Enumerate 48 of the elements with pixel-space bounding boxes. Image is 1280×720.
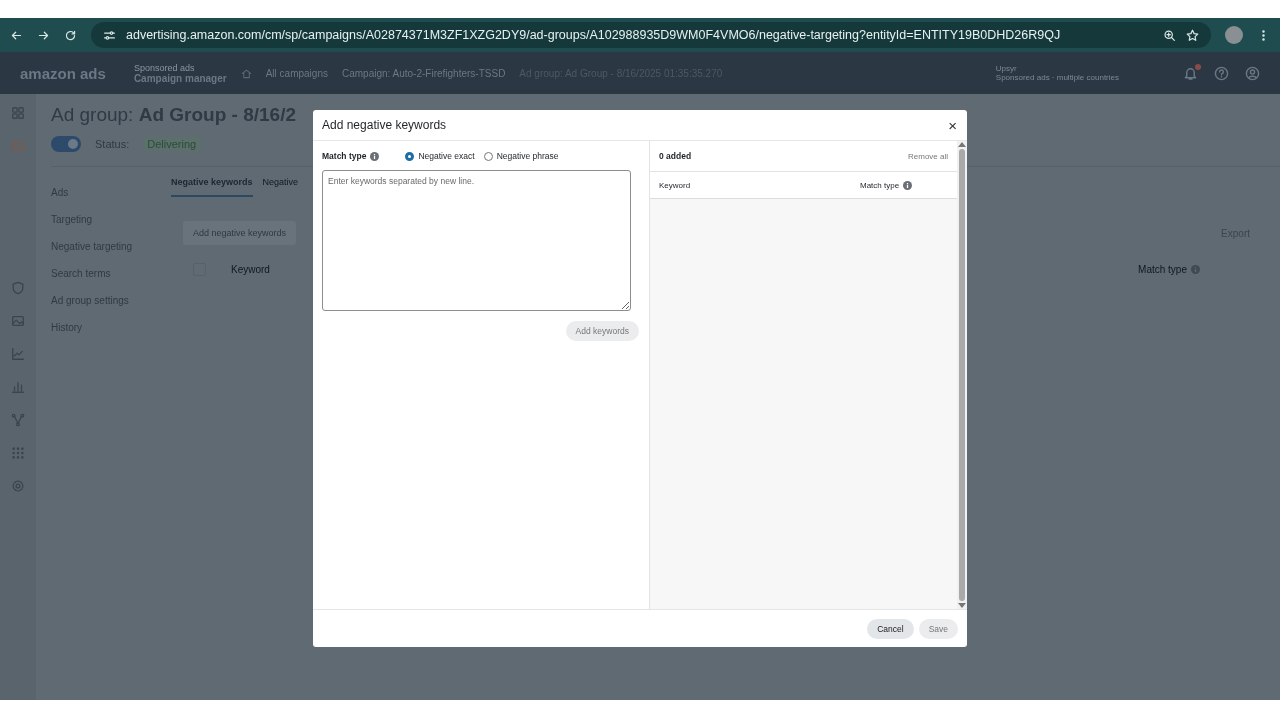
- column-header[interactable]: Keyword: [231, 264, 270, 275]
- star-icon[interactable]: [1186, 28, 1199, 42]
- match-type-label: Match type: [322, 151, 367, 161]
- account-scope: Sponsored ads · multiple countries: [995, 73, 1119, 82]
- apps-icon[interactable]: [11, 446, 25, 460]
- product-label: Sponsored ads: [133, 62, 196, 73]
- scroll-down-icon[interactable]: [958, 603, 966, 609]
- column-header[interactable]: Match type: [1138, 264, 1187, 275]
- account-name[interactable]: Upsyr: [995, 64, 1119, 73]
- url-text: advertising.amazon.com/cm/sp/campaigns/A02874371M3ZF1XZG2DY9/ad-groups/A102988935D9WM0F4VMO6/negative-targeting?entityId=ENTITY19B0DHD26R9QJ: [126, 28, 1062, 42]
- shield-icon[interactable]: [11, 281, 25, 295]
- zoom-icon[interactable]: [1163, 28, 1176, 42]
- added-count: 0 added: [659, 151, 692, 161]
- help-icon[interactable]: [1214, 65, 1229, 81]
- scroll-up-icon[interactable]: [958, 141, 966, 147]
- remove-all-link[interactable]: Remove all: [908, 151, 948, 161]
- profile-avatar[interactable]: [1225, 26, 1243, 44]
- column-header: Keyword: [659, 180, 692, 190]
- breadcrumb-link[interactable]: All campaigns: [265, 67, 328, 79]
- breadcrumb-link[interactable]: Campaign: Auto-2-Firefighters-TSSD: [341, 67, 506, 79]
- settings-icon[interactable]: [11, 479, 25, 493]
- close-button[interactable]: ×: [948, 116, 957, 134]
- tab[interactable]: Negative keywords: [171, 177, 253, 197]
- site-settings-icon[interactable]: [103, 28, 116, 42]
- address-bar[interactable]: advertising.amazon.com/cm/sp/campaigns/A02874371M3ZF1XZG2DY9/ad-groups/A102988935D9WM0F4VMO6/negative-targeting?entityId=ENTITY19B0DHD26R9QJ: [91, 22, 1211, 48]
- info-icon[interactable]: [370, 151, 380, 161]
- user-icon[interactable]: [1245, 65, 1260, 81]
- keywords-field[interactable]: Enter keywords separated by new line.: [322, 170, 631, 311]
- column-header: Match type: [860, 180, 900, 190]
- bar-chart-icon[interactable]: [11, 380, 25, 394]
- radio-option[interactable]: Negative phrase: [483, 151, 559, 161]
- radio-icon[interactable]: [405, 151, 415, 161]
- logo[interactable]: amazon ads: [20, 64, 106, 82]
- tab[interactable]: Negative: [262, 177, 299, 197]
- home-icon[interactable]: [240, 67, 252, 79]
- product-name[interactable]: Campaign manager: [133, 72, 227, 84]
- status-toggle[interactable]: [51, 136, 81, 152]
- reload-icon[interactable]: [64, 28, 77, 42]
- dialog-title: Add negative keywords: [322, 118, 447, 132]
- info-icon[interactable]: [903, 180, 913, 190]
- radio-option[interactable]: Negative exact: [405, 151, 475, 161]
- cancel-button[interactable]: Cancel: [867, 618, 914, 639]
- image-icon[interactable]: [11, 314, 25, 328]
- bell-icon[interactable]: [1183, 65, 1198, 81]
- scrollbar[interactable]: [957, 141, 967, 609]
- network-icon[interactable]: [11, 413, 25, 427]
- dashboard-icon[interactable]: [11, 106, 25, 120]
- line-chart-icon[interactable]: [11, 347, 25, 361]
